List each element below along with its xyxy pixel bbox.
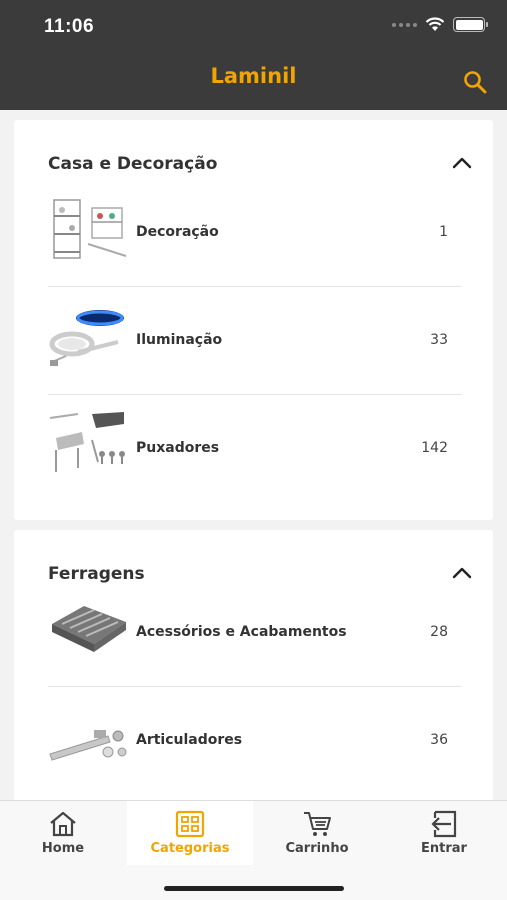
led-strip-image — [49, 310, 124, 366]
category-count: 142 — [421, 440, 448, 456]
category-count: 1 — [439, 224, 448, 240]
battery-icon — [453, 17, 488, 32]
home-indicator — [164, 886, 344, 891]
category-label: Articuladores — [136, 732, 243, 748]
app-header: 11:06 Laminil — [0, 0, 507, 110]
signal-icon — [392, 22, 417, 27]
tab-label: Categorias — [150, 841, 230, 856]
tab-categorias[interactable]: Categorias — [127, 801, 253, 865]
cutlery-tray-image — [52, 606, 126, 652]
category-count: 36 — [430, 732, 448, 748]
category-list[interactable]: Casa e Decoração Decoração 1 Iluminação … — [0, 110, 507, 800]
hinge-stay-image — [49, 730, 127, 761]
tab-label: Entrar — [421, 841, 467, 856]
search-button[interactable] — [461, 68, 489, 96]
list-item[interactable]: Articuladores 36 — [48, 688, 462, 795]
status-icons — [392, 17, 488, 32]
list-item[interactable]: Puxadores 142 — [48, 396, 462, 503]
category-label: Decoração — [136, 224, 219, 240]
shelf-rack-image — [53, 199, 127, 259]
tab-home[interactable]: Home — [0, 801, 126, 865]
tab-label: Home — [41, 841, 85, 856]
list-item[interactable]: Iluminação 33 — [48, 288, 462, 395]
login-icon — [431, 810, 457, 838]
list-item[interactable]: Acessórios e Acabamentos 28 — [48, 580, 462, 687]
list-item[interactable]: Decoração 1 — [48, 180, 462, 287]
logo-text: Laminil — [210, 64, 297, 88]
category-count: 33 — [430, 332, 448, 348]
chevron-up-icon[interactable] — [451, 156, 473, 170]
cart-icon — [304, 812, 331, 836]
chevron-up-icon[interactable] — [451, 566, 473, 580]
category-label: Iluminação — [136, 332, 223, 348]
handles-image — [49, 412, 125, 472]
search-icon — [464, 71, 487, 94]
section-ferragens: Ferragens Acessórios e Acabamentos 28 Ar… — [14, 530, 493, 800]
tab-label: Carrinho — [285, 841, 349, 856]
section-casa-e-decoracao: Casa e Decoração Decoração 1 Iluminação … — [14, 120, 493, 520]
wifi-icon — [425, 17, 445, 31]
section-title: Casa e Decoração — [48, 154, 218, 174]
category-label: Acessórios e Acabamentos — [136, 624, 347, 640]
category-count: 28 — [430, 624, 448, 640]
category-label: Puxadores — [136, 440, 220, 456]
status-time: 11:06 — [44, 16, 95, 37]
tab-entrar[interactable]: Entrar — [381, 801, 507, 865]
grid-icon — [175, 810, 205, 838]
tab-carrinho[interactable]: Carrinho — [254, 801, 380, 865]
app-logo: Laminil — [0, 64, 507, 88]
tab-bar: Home Categorias Carrinho Entrar — [0, 800, 507, 900]
home-icon — [50, 811, 76, 837]
